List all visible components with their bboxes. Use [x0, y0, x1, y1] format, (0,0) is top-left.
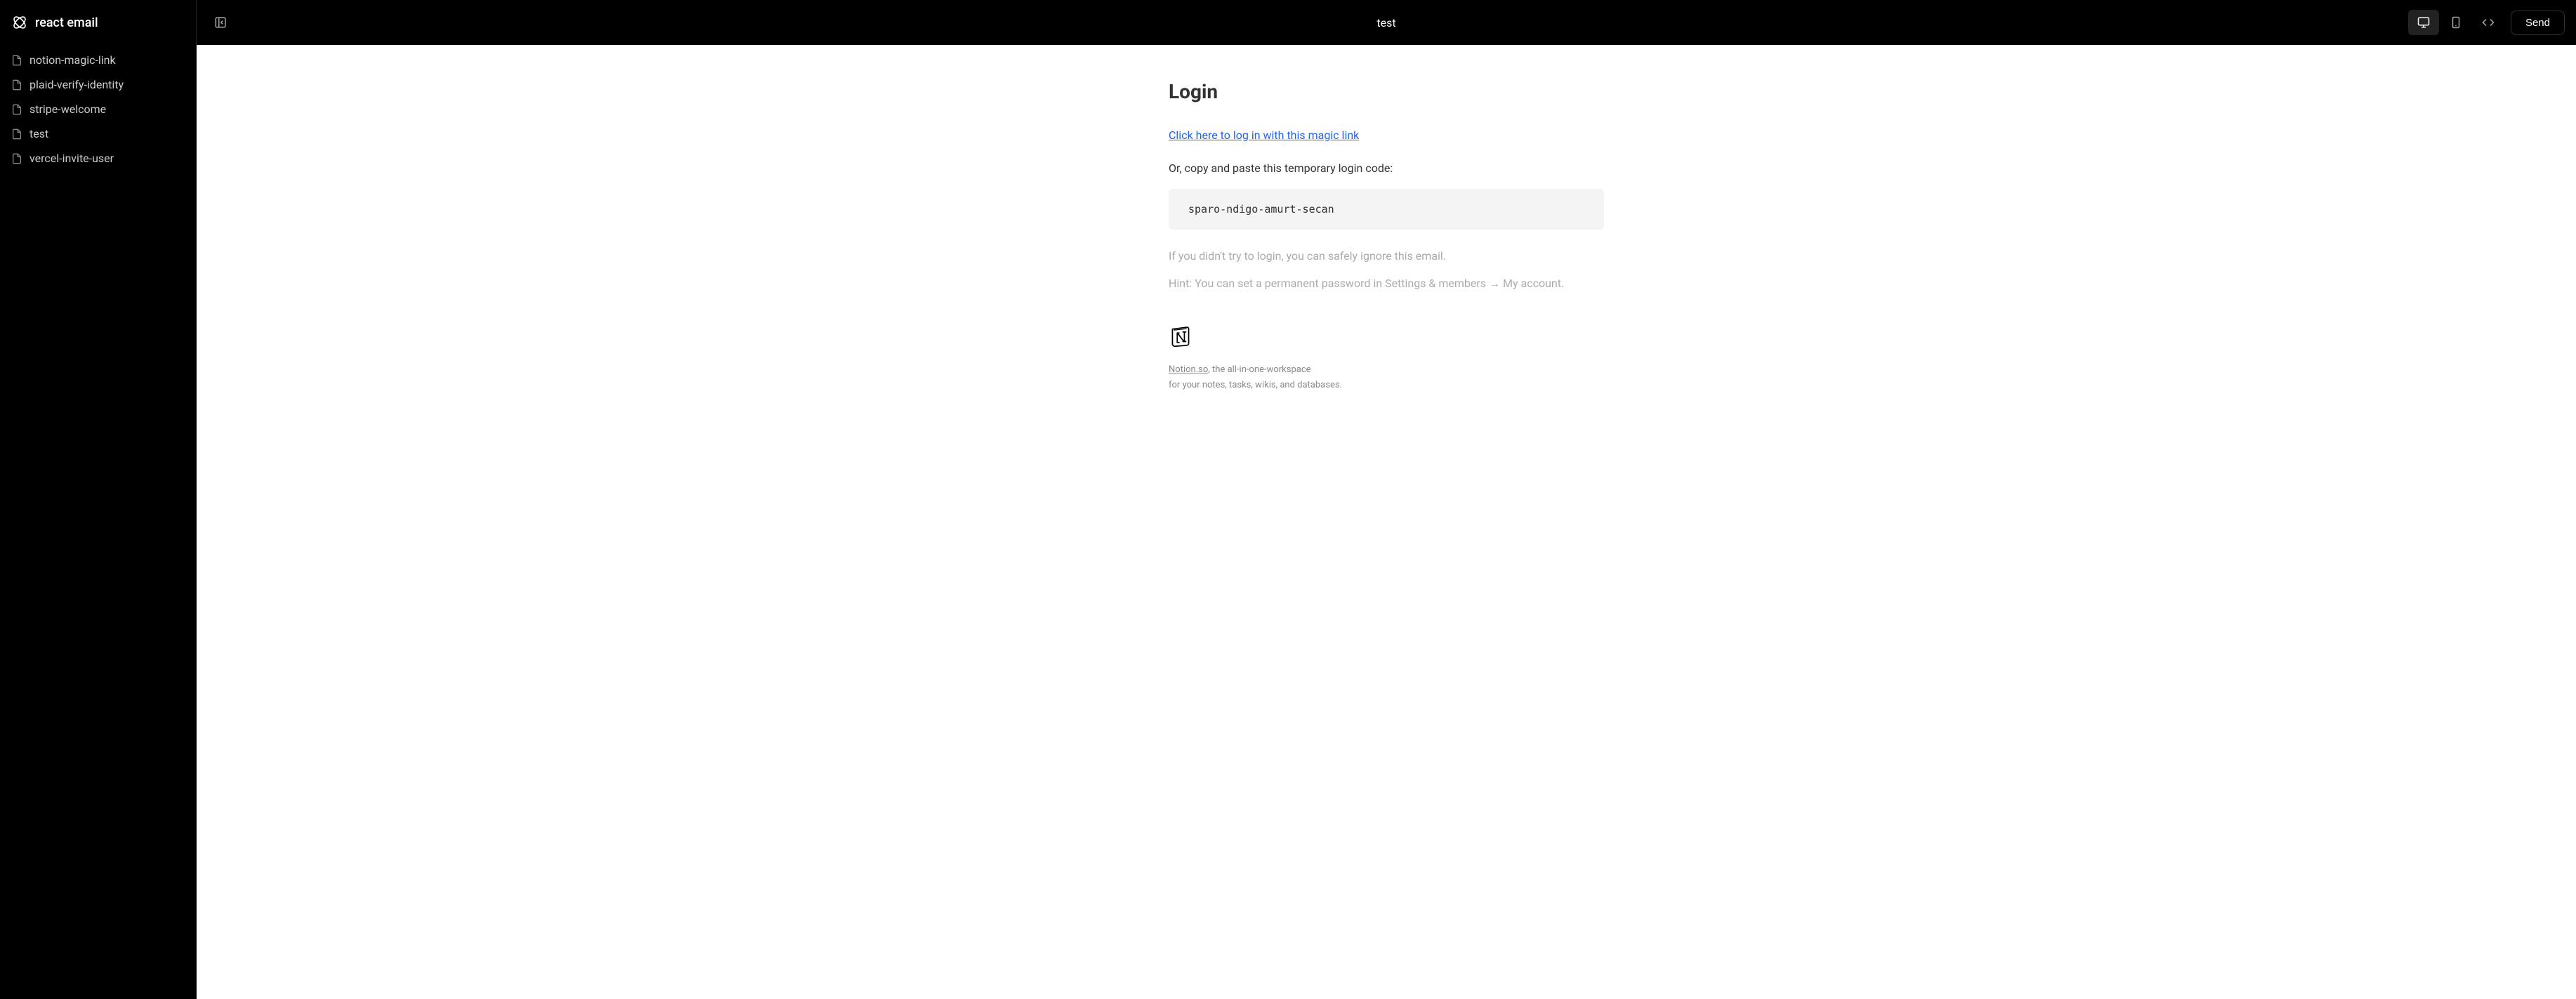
sidebar-item-test[interactable]: test — [6, 121, 190, 146]
footer-suffix: , the all-in-one-workspace — [1208, 364, 1310, 375]
sidebar-item-label: plaid-verify-identity — [29, 78, 124, 91]
footer-line-1: Notion.so, the all-in-one-workspace — [1169, 362, 1604, 378]
code-icon — [2482, 16, 2495, 29]
file-icon — [11, 55, 22, 66]
sidebar-item-notion-magic-link[interactable]: notion-magic-link — [6, 48, 190, 72]
main: test — [197, 0, 2576, 999]
file-icon — [11, 104, 22, 115]
email-ignore-text: If you didn't try to login, you can safe… — [1169, 249, 1604, 263]
sidebar: react email notion-magic-link plaid-veri… — [0, 0, 197, 999]
footer-notion-link[interactable]: Notion.so — [1169, 364, 1208, 375]
topbar: test — [197, 0, 2576, 45]
sidebar-nav: notion-magic-link plaid-verify-identity … — [0, 48, 196, 171]
sidebar-item-label: vercel-invite-user — [29, 152, 114, 165]
email-content: Login Click here to log in with this mag… — [1169, 80, 1604, 393]
sidebar-item-label: stripe-welcome — [29, 102, 106, 116]
panel-left-collapse-icon — [214, 16, 227, 29]
sidebar-item-label: test — [29, 127, 48, 140]
magic-link[interactable]: Click here to log in with this magic lin… — [1169, 128, 1359, 142]
page-title: test — [1376, 16, 1395, 29]
file-icon — [11, 79, 22, 91]
email-heading: Login — [1169, 80, 1604, 103]
view-desktop-button[interactable] — [2408, 10, 2439, 35]
sidebar-item-vercel-invite-user[interactable]: vercel-invite-user — [6, 146, 190, 171]
react-email-logo-icon — [11, 14, 28, 31]
footer-line-2: for your notes, tasks, wikis, and databa… — [1169, 378, 1604, 393]
view-code-button[interactable] — [2473, 10, 2504, 35]
login-code-box: sparo-ndigo-amurt-secan — [1169, 189, 1604, 230]
preview-area: Login Click here to log in with this mag… — [197, 45, 2576, 999]
send-button[interactable]: Send — [2511, 11, 2565, 35]
view-toggle-group — [2408, 10, 2504, 35]
file-icon — [11, 128, 22, 140]
sidebar-header: react email — [0, 0, 196, 48]
smartphone-icon — [2450, 16, 2462, 29]
file-icon — [11, 153, 22, 164]
collapse-sidebar-button[interactable] — [208, 10, 233, 35]
email-hint-text: Hint: You can set a permanent password i… — [1169, 277, 1604, 291]
sidebar-item-label: notion-magic-link — [29, 53, 116, 67]
notion-logo-icon — [1169, 324, 1192, 348]
view-mobile-button[interactable] — [2440, 10, 2471, 35]
sidebar-brand-label: react email — [35, 15, 98, 30]
monitor-icon — [2417, 16, 2430, 29]
topbar-left — [208, 10, 233, 35]
topbar-right: Send — [2408, 10, 2565, 35]
email-or-text: Or, copy and paste this temporary login … — [1169, 161, 1604, 175]
sidebar-item-stripe-welcome[interactable]: stripe-welcome — [6, 97, 190, 121]
sidebar-item-plaid-verify-identity[interactable]: plaid-verify-identity — [6, 72, 190, 97]
